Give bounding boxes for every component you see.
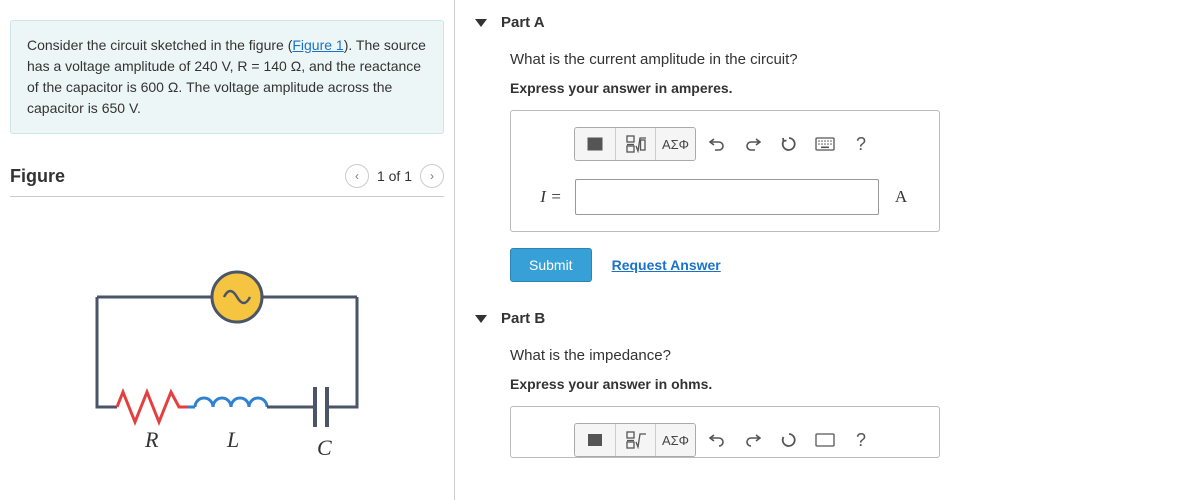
left-panel: Consider the circuit sketched in the fig… [0, 0, 455, 500]
toolbar-b: ΑΣΦ ? [527, 423, 923, 457]
collapse-icon[interactable] [475, 315, 487, 323]
problem-statement: Consider the circuit sketched in the fig… [10, 20, 444, 134]
part-a-instruction: Express your answer in amperes. [510, 80, 1180, 96]
template-tool-button[interactable] [615, 128, 655, 160]
greek-tool-button[interactable]: ΑΣΦ [655, 128, 695, 160]
template-tool-button-b[interactable] [615, 424, 655, 456]
figure-link[interactable]: Figure 1 [292, 37, 343, 53]
format-group: ΑΣΦ [574, 127, 696, 161]
keyboard-button[interactable] [810, 129, 840, 159]
undo-button-b[interactable] [702, 425, 732, 455]
collapse-icon[interactable] [475, 19, 487, 27]
help-button-b[interactable]: ? [846, 425, 876, 455]
reset-button-b[interactable] [774, 425, 804, 455]
redo-button-b[interactable] [738, 425, 768, 455]
submit-button-a[interactable]: Submit [510, 248, 592, 282]
undo-icon [709, 136, 725, 152]
rect-tool-button[interactable] [575, 128, 615, 160]
reset-button[interactable] [774, 129, 804, 159]
part-b-header: Part B [475, 310, 1180, 327]
capacitor-label: C [317, 435, 332, 460]
part-b-label: Part B [501, 310, 545, 327]
keyboard-icon [815, 137, 835, 151]
part-b-question: What is the impedance? [510, 347, 1180, 364]
part-a-question: What is the current amplitude in the cir… [510, 51, 1180, 68]
unit-label-a: A [879, 179, 923, 215]
part-a-body: What is the current amplitude in the cir… [475, 31, 1180, 282]
toolbar-a: ΑΣΦ ? [527, 127, 923, 161]
undo-icon [709, 432, 725, 448]
reset-icon [781, 432, 797, 448]
figure-area: R L C [10, 237, 444, 467]
inductor-label: L [226, 427, 239, 452]
rect-icon [587, 137, 603, 151]
request-answer-link-a[interactable]: Request Answer [612, 257, 721, 273]
sqrt-fraction-icon [626, 431, 646, 449]
problem-text-1: Consider the circuit sketched in the fig… [27, 37, 292, 53]
redo-icon [745, 136, 761, 152]
part-b-instruction: Express your answer in ohms. [510, 376, 1180, 392]
input-row-a: I = A [527, 179, 923, 215]
reset-icon [781, 136, 797, 152]
answer-box-b: ΑΣΦ ? [510, 406, 940, 458]
figure-title: Figure [10, 166, 65, 187]
figure-header: Figure ‹ 1 of 1 › [10, 164, 444, 197]
right-panel: Part A What is the current amplitude in … [455, 0, 1200, 500]
part-a-label: Part A [501, 14, 545, 31]
keyboard-icon [815, 433, 835, 447]
next-figure-button[interactable]: › [420, 164, 444, 188]
redo-icon [745, 432, 761, 448]
prev-figure-button[interactable]: ‹ [345, 164, 369, 188]
answer-input-a[interactable] [575, 179, 879, 215]
part-b-body: What is the impedance? Express your answ… [475, 327, 1180, 458]
rect-icon [587, 433, 603, 447]
rect-tool-button-b[interactable] [575, 424, 615, 456]
pager-text: 1 of 1 [377, 168, 412, 184]
circuit-diagram: R L C [67, 237, 387, 467]
answer-box-a: ΑΣΦ ? I = A [510, 110, 940, 232]
help-button[interactable]: ? [846, 129, 876, 159]
sqrt-fraction-icon [626, 135, 646, 153]
part-a-header: Part A [475, 14, 1180, 31]
greek-tool-button-b[interactable]: ΑΣΦ [655, 424, 695, 456]
keyboard-button-b[interactable] [810, 425, 840, 455]
format-group-b: ΑΣΦ [574, 423, 696, 457]
redo-button[interactable] [738, 129, 768, 159]
undo-button[interactable] [702, 129, 732, 159]
action-row-a: Submit Request Answer [510, 248, 1180, 282]
figure-pager: ‹ 1 of 1 › [345, 164, 444, 188]
variable-label-a: I = [527, 179, 575, 215]
resistor-label: R [144, 427, 159, 452]
